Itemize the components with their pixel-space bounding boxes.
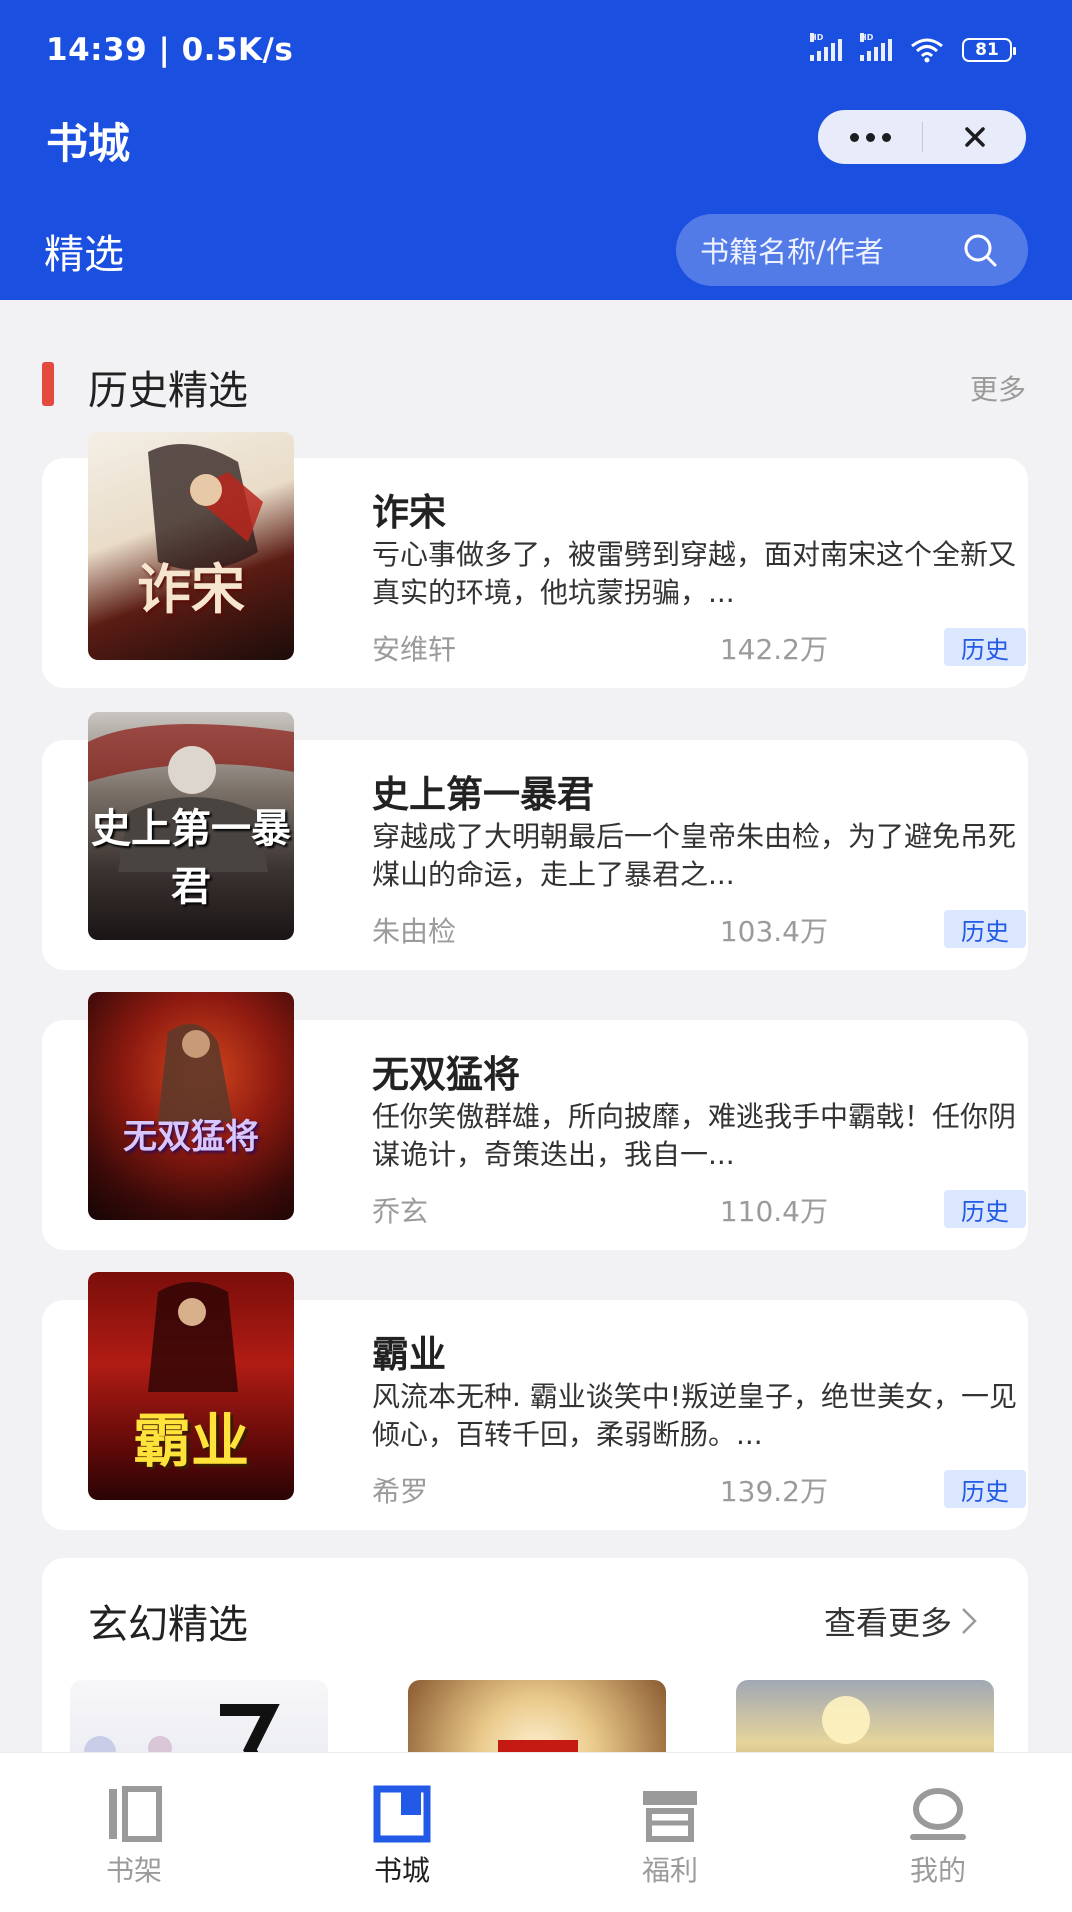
book-author: 希罗 xyxy=(372,1475,429,1508)
tab-label: 书城 xyxy=(373,1854,430,1887)
cover-title: 诈宋 xyxy=(137,557,245,621)
book-word-count: 139.2万 xyxy=(719,1475,828,1508)
search-icon[interactable] xyxy=(962,232,998,268)
book-description: 亏心事做多了，被雷劈到穿越，面对南宋这个全新又真实的环境，他坑蒙拐骗，... xyxy=(372,538,1017,609)
book-description: 风流本无种. 霸业谈笑中!叛逆皇子，绝世美女，一见倾心，百转千回，柔弱断肠。..… xyxy=(372,1380,1018,1451)
close-icon xyxy=(964,127,985,147)
book-title: 诈宋 xyxy=(372,491,446,534)
see-more-link[interactable]: 查看更多 xyxy=(824,1598,978,1644)
tab-bookstore[interactable]: 书城 xyxy=(268,1753,536,1912)
book-category-tag[interactable]: 历史 xyxy=(944,628,1026,666)
tab-label: 福利 xyxy=(641,1854,698,1887)
cover-title: 霸业 xyxy=(132,1407,249,1475)
chevron-right-icon xyxy=(962,1608,977,1634)
close-button[interactable] xyxy=(923,110,1026,164)
book-title: 史上第一暴君 xyxy=(372,773,594,816)
tab-label: 我的 xyxy=(909,1854,966,1887)
page-title: 书城 xyxy=(46,119,131,168)
cover-title: 史上第一暴君 xyxy=(91,805,291,910)
app-header: 14:39 | 0.5K/s HD HD 81 书城 精选 书籍名称/作者 xyxy=(0,0,1072,300)
search-box[interactable]: 书籍名称/作者 xyxy=(676,214,1028,286)
tab-featured[interactable]: 精选 xyxy=(44,222,124,280)
bottom-tab-bar: 书架 书城 福利 我的 xyxy=(0,1752,1072,1912)
see-more-label: 查看更多 xyxy=(823,1604,952,1642)
book-word-count: 142.2万 xyxy=(719,633,828,666)
book-description: 穿越成了大明朝最后一个皇帝朱由检，为了避免吊死煤山的命运，走上了暴君之... xyxy=(372,820,1017,891)
book-title: 无双猛将 xyxy=(372,1053,520,1096)
book-category-tag[interactable]: 历史 xyxy=(944,1190,1026,1228)
tab-welfare[interactable]: 福利 xyxy=(536,1753,804,1912)
section-more-link[interactable]: 更多 xyxy=(970,368,1026,408)
tab-bookshelf[interactable]: 书架 xyxy=(0,1753,268,1912)
book-description: 任你笑傲群雄，所向披靡，难逃我手中霸戟！任你阴谋诡计，奇策迭出，我自一... xyxy=(372,1100,1017,1171)
book-word-count: 103.4万 xyxy=(719,915,828,948)
section-title: 历史精选 xyxy=(88,368,248,414)
bookstore-icon xyxy=(373,1785,431,1843)
section-title: 玄幻精选 xyxy=(88,1602,248,1648)
section-accent-bar xyxy=(42,362,54,406)
battery-icon: 81 xyxy=(962,38,1016,62)
bookshelf-icon xyxy=(109,1786,162,1842)
status-icons: HD HD 81 xyxy=(810,33,1016,63)
signal-icon: HD xyxy=(810,33,842,61)
search-placeholder: 书籍名称/作者 xyxy=(700,235,884,269)
tab-profile[interactable]: 我的 xyxy=(804,1753,1072,1912)
wifi-icon xyxy=(911,38,943,63)
book-category-tag[interactable]: 历史 xyxy=(944,1470,1026,1508)
status-bar: 14:39 | 0.5K/s HD HD 81 xyxy=(46,30,1016,70)
book-author: 朱由检 xyxy=(372,915,457,948)
book-author: 乔玄 xyxy=(372,1195,429,1228)
book-cover[interactable]: 无双猛将 xyxy=(88,992,294,1220)
gift-icon xyxy=(643,1791,697,1842)
cover-title: 无双猛将 xyxy=(123,1117,259,1157)
book-title: 霸业 xyxy=(372,1333,446,1376)
book-cover[interactable]: 霸业 xyxy=(88,1272,294,1500)
book-cover[interactable]: 史上第一暴君 xyxy=(88,712,294,940)
status-time: 14:39 | 0.5K/s xyxy=(46,32,294,68)
book-word-count: 110.4万 xyxy=(719,1195,828,1228)
miniprogram-capsule xyxy=(818,110,1026,164)
tab-label: 书架 xyxy=(105,1854,162,1887)
more-options-button[interactable] xyxy=(818,110,922,164)
signal-icon-2: HD xyxy=(860,33,892,61)
profile-icon xyxy=(910,1788,966,1840)
book-cover[interactable]: 诈宋 xyxy=(88,432,294,660)
battery-level: 81 xyxy=(975,40,999,60)
book-author: 安维轩 xyxy=(372,633,457,666)
book-category-tag[interactable]: 历史 xyxy=(944,910,1026,948)
